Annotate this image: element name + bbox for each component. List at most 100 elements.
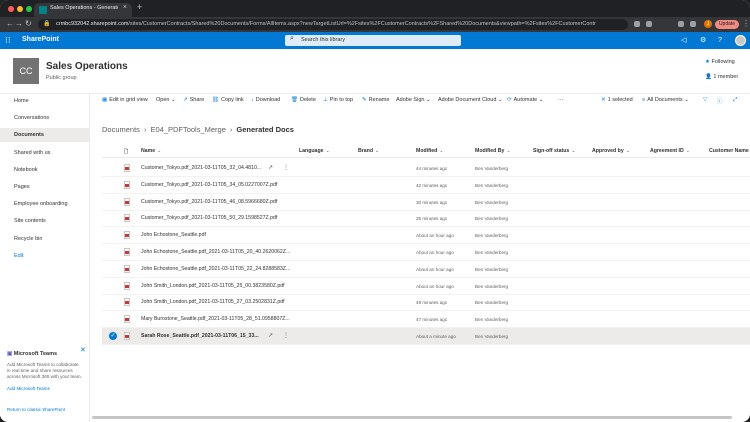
modified-by-cell[interactable]: Ben Vanderberg [475,317,508,322]
file-name-link[interactable]: Mary Burostone_Seattle.pdf_2021-03-11T05… [141,316,291,322]
breadcrumb-folder[interactable]: E04_PDFTools_Merge [150,125,225,134]
modified-by-cell[interactable]: Ben Vanderberg [475,233,508,238]
breadcrumb-documents[interactable]: Documents [102,125,140,134]
back-arrow-icon[interactable]: ← [6,19,14,29]
table-row[interactable]: Customer_Tokyo.pdf_2021-03-11T05_32_04.4… [102,160,750,177]
file-name-link[interactable]: John Smith_London.pdf_2021-03-11T05_27_0… [141,299,291,305]
close-window-button[interactable] [8,6,14,12]
add-teams-link[interactable]: Add Microsoft Teams [7,386,50,391]
puzzle-extensions-icon[interactable] [690,21,696,27]
nav-item-notebook[interactable]: Notebook [0,163,89,177]
column-header-modified-by[interactable]: Modified By ⌄ [475,148,511,154]
browser-menu-icon[interactable]: ⋮ [742,19,750,28]
modified-by-cell[interactable]: Ben Vanderberg [475,216,508,221]
copy-link-button[interactable]: ⛓ Copy link [212,97,244,103]
column-header-language[interactable]: Language ⌄ [299,148,330,154]
file-name-link[interactable]: Customer_Tokyo.pdf_2021-03-11T05_50_29.1… [141,215,291,221]
info-pane-icon[interactable]: ⓘ [717,97,725,105]
file-name-link[interactable]: John Echostone_Seattle.pdf [141,232,291,238]
nav-item-conversations[interactable]: Conversations [0,111,89,125]
expand-icon[interactable]: ⤢ [733,97,739,104]
pin-to-top-button[interactable]: ⊥ Pin to top [323,97,353,103]
search-input[interactable]: ⌕ Search this library [285,35,461,46]
modified-by-cell[interactable]: Ben Vanderberg [475,267,508,272]
reload-icon[interactable]: ↻ [25,19,32,29]
column-header-agreement-id[interactable]: Agreement ID ⌄ [650,148,690,154]
browser-tab[interactable]: Sales Operations - Generated × [34,3,132,17]
address-bar[interactable]: 🔒 crmbc932042.sharepoint.com/sites/Custo… [38,19,628,30]
file-name-link[interactable]: Sarah Rose_Seattle.pdf_2021-03-11T06_15_… [141,333,267,339]
close-icon[interactable]: ✕ [80,346,86,354]
table-row[interactable]: Customer_Tokyo.pdf_2021-03-11T05_50_29.1… [102,210,750,228]
file-name-link[interactable]: John Echostone_Seattle.pdf_2021-03-11T05… [141,266,291,272]
new-tab-button[interactable]: + [137,2,142,12]
modified-by-cell[interactable]: Ben Vanderberg [475,334,508,339]
table-row[interactable]: ✓ Sarah Rose_Seattle.pdf_2021-03-11T06_15… [102,328,750,345]
forward-arrow-icon[interactable]: → [15,19,23,29]
share-page-icon[interactable] [634,21,640,27]
modified-by-cell[interactable]: Ben Vanderberg [475,200,508,205]
bookmark-star-icon[interactable] [646,21,652,27]
table-row[interactable]: John Echostone_Seattle.pdf_2021-03-11T05… [102,261,750,278]
help-icon[interactable]: ? [718,36,722,45]
user-avatar[interactable] [735,35,746,46]
column-header-brand[interactable]: Brand ⌄ [358,148,379,154]
delete-button[interactable]: 🗑 Delete [291,97,316,103]
modified-by-cell[interactable]: Ben Vanderberg [475,250,508,255]
site-title[interactable]: Sales Operations [46,61,128,72]
file-name-link[interactable]: John Smith_London.pdf_2021-03-11T05_25_0… [141,283,291,289]
nav-item-recycle-bin[interactable]: Recycle bin [0,232,89,246]
more-commands-icon[interactable]: ··· [558,97,564,103]
table-row[interactable]: John Smith_London.pdf_2021-03-11T05_27_0… [102,294,750,312]
file-type-header-icon[interactable]: 🗋 [124,148,128,157]
table-row[interactable]: John Echostone_Seattle.pdf About an hour … [102,227,750,245]
column-header-sign-off-status[interactable]: Sign-off status ⌄ [533,148,576,154]
horizontal-scrollbar[interactable] [92,416,732,419]
nav-item-employee-onboarding[interactable]: Employee onboarding [0,197,89,211]
table-row[interactable]: John Echostone_Seattle.pdf_2021-03-11T05… [102,244,750,261]
nav-item-documents[interactable]: Documents [0,128,89,142]
modified-by-cell[interactable]: Ben Vanderberg [475,300,508,305]
profile-avatar[interactable]: J [704,20,712,28]
column-header-name[interactable]: Name ⌄ [141,148,162,154]
clear-selection-button[interactable]: ✕ 1 selected [601,97,633,103]
settings-gear-icon[interactable]: ⚙ [700,36,706,45]
row-more-actions-icon[interactable]: ⋮ [283,164,289,171]
column-header-approved-by[interactable]: Approved by ⌄ [592,148,630,154]
modified-by-cell[interactable]: Ben Vanderberg [475,284,508,289]
nav-item-home[interactable]: Home [0,94,89,108]
return-classic-link[interactable]: Return to classic SharePoint [7,407,65,412]
edit-grid-button[interactable]: ▦ Edit in grid view [102,97,148,103]
minimize-window-button[interactable] [17,6,23,12]
share-button[interactable]: ↗ Share [183,97,204,103]
adobe-sign-button[interactable]: Adobe Sign ⌄ [396,97,431,103]
row-checkmark-icon[interactable]: ✓ [109,332,117,340]
nav-edit-link[interactable]: Edit [0,249,89,263]
row-share-icon[interactable]: ↗ [268,332,273,339]
modified-by-cell[interactable]: Ben Vanderberg [475,183,508,188]
download-button[interactable]: ↓ Download [251,97,280,103]
automate-button[interactable]: ⟳ Automate ⌄ [507,97,543,103]
column-header-customer-name[interactable]: Customer Name [709,148,749,154]
maximize-window-button[interactable] [26,6,32,12]
row-share-icon[interactable]: ↗ [268,164,273,171]
view-switcher[interactable]: ≡ All Documents ⌄ [642,97,689,103]
table-row[interactable]: Customer_Tokyo.pdf_2021-03-11T05_34_05.0… [102,177,750,194]
members-button[interactable]: 👤 1 member [705,74,738,80]
app-launcher-icon[interactable]: ⁝⁝ [5,36,14,45]
table-row[interactable]: John Smith_London.pdf_2021-03-11T05_25_0… [102,278,750,295]
megaphone-icon[interactable]: ◁ [681,36,686,45]
sharepoint-brand[interactable]: SharePoint [22,36,59,43]
rename-button[interactable]: ✎ Rename [362,97,389,103]
open-button[interactable]: Open ⌄ [156,97,176,103]
filter-icon[interactable]: ▽ [703,97,709,103]
following-button[interactable]: ★ Following [705,59,735,65]
nav-item-site-contents[interactable]: Site contents [0,214,89,228]
extension-icon[interactable] [678,21,684,27]
table-row[interactable]: Customer_Tokyo.pdf_2021-03-11T05_46_08.5… [102,194,750,211]
file-name-link[interactable]: Customer_Tokyo.pdf_2021-03-11T05_32_04.4… [141,165,267,171]
row-more-actions-icon[interactable]: ⋮ [283,332,289,339]
update-button[interactable]: Update [715,20,739,29]
nav-item-shared-with-us[interactable]: Shared with us [0,146,89,160]
file-name-link[interactable]: Customer_Tokyo.pdf_2021-03-11T05_46_08.5… [141,199,291,205]
